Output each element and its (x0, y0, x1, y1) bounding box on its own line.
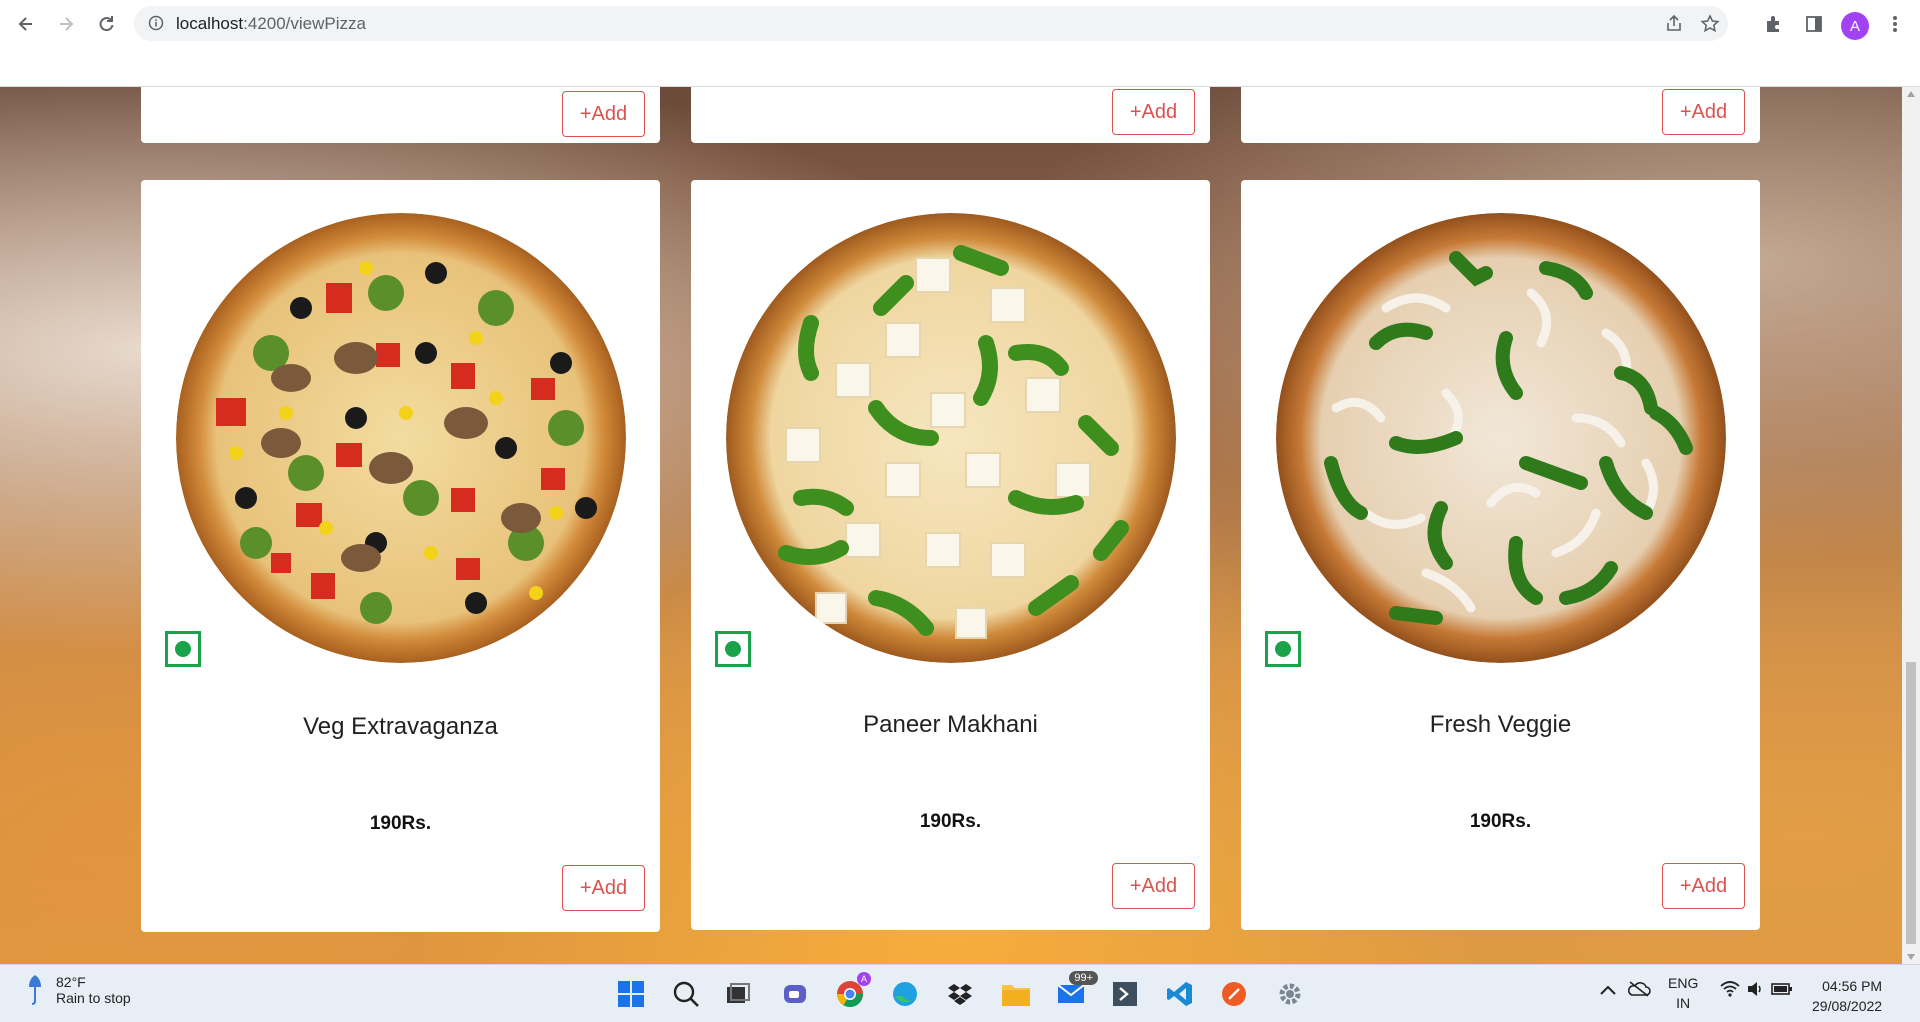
side-panel-icon[interactable] (1801, 11, 1827, 37)
pizza-image (1276, 213, 1726, 663)
pizza-price: 190Rs. (919, 811, 982, 832)
pizza-card: Paneer Makhani 190Rs. +Add (691, 180, 1210, 930)
veg-indicator-icon (1265, 631, 1301, 667)
scroll-down-icon[interactable] (1907, 954, 1915, 960)
pizza-card: +Add (141, 87, 660, 143)
wifi-icon[interactable] (1720, 980, 1740, 1001)
battery-icon[interactable] (1770, 980, 1794, 1001)
pizza-card: Veg Extravaganza 190Rs. +Add (141, 180, 660, 932)
add-button[interactable]: +Add (1662, 863, 1745, 909)
pizza-page: +Add +Add +Add Veg Extravaganza 190Rs. +… (0, 87, 1902, 964)
input-language[interactable]: ENG IN (1668, 973, 1698, 1013)
add-button[interactable]: +Add (562, 91, 645, 137)
pizza-name: Veg Extravaganza (303, 713, 498, 740)
address-bar[interactable]: localhost:4200/viewPizza (134, 6, 1728, 41)
pizza-name: Paneer Makhani (863, 711, 1038, 738)
url-text: localhost:4200/viewPizza (176, 14, 366, 34)
pizza-card: Fresh Veggie 190Rs. +Add (1241, 180, 1760, 930)
page-scrollbar[interactable] (1902, 87, 1920, 964)
edge-icon[interactable] (886, 975, 924, 1013)
browser-toolbar: localhost:4200/viewPizza A (0, 0, 1920, 47)
teams-chat-icon[interactable] (776, 975, 814, 1013)
scroll-thumb[interactable] (1906, 662, 1916, 944)
windows-taskbar: 82°F Rain to stop A 99+ ENG IN 04:56 PM … (0, 964, 1920, 1022)
system-clock[interactable]: 04:56 PM 29/08/2022 (1812, 976, 1882, 1016)
veg-indicator-icon (165, 631, 201, 667)
volume-icon[interactable] (1746, 980, 1764, 1001)
veg-indicator-icon (715, 631, 751, 667)
pizza-name: Fresh Veggie (1429, 711, 1572, 738)
umbrella-icon (29, 975, 41, 1005)
mail-icon[interactable]: 99+ (1052, 971, 1098, 1013)
share-icon[interactable] (1664, 14, 1684, 39)
add-button[interactable]: +Add (1112, 863, 1195, 909)
add-button[interactable]: +Add (1112, 89, 1195, 135)
postman-icon[interactable] (1215, 975, 1253, 1013)
weather-temp: 82°F (56, 974, 86, 990)
forward-icon[interactable] (52, 11, 80, 37)
region-code: IN (1676, 995, 1691, 1011)
dropbox-icon[interactable] (941, 975, 979, 1013)
page-top-bar (0, 47, 1920, 87)
language-code: ENG (1668, 975, 1699, 991)
reload-icon[interactable] (92, 11, 120, 37)
pizza-card: +Add (691, 87, 1210, 143)
chrome-menu-icon[interactable] (1882, 11, 1908, 37)
clock-time: 04:56 PM (1822, 978, 1883, 994)
add-button[interactable]: +Add (1662, 89, 1745, 135)
file-explorer-icon[interactable] (997, 975, 1035, 1013)
settings-gear-icon[interactable] (1271, 975, 1309, 1013)
scroll-up-icon[interactable] (1907, 91, 1915, 97)
pizza-price: 190Rs. (369, 813, 432, 834)
extensions-icon[interactable] (1761, 11, 1787, 37)
url-host: localhost (176, 14, 244, 33)
profile-badge: A (857, 972, 871, 986)
bookmark-star-icon[interactable] (1700, 14, 1720, 39)
mail-count-badge: 99+ (1069, 971, 1098, 985)
back-icon[interactable] (12, 11, 40, 37)
weather-widget[interactable]: 82°F Rain to stop (28, 973, 131, 1007)
pizza-card: +Add (1241, 87, 1760, 143)
chrome-icon[interactable]: A (831, 972, 871, 1013)
site-info-icon[interactable] (148, 15, 164, 36)
url-path: :4200/viewPizza (243, 14, 366, 33)
pizza-image (176, 213, 626, 663)
search-icon[interactable] (667, 975, 705, 1013)
clock-date: 29/08/2022 (1812, 998, 1883, 1014)
onedrive-offline-icon[interactable] (1627, 980, 1651, 1001)
profile-avatar[interactable]: A (1841, 12, 1869, 40)
pizza-price: 190Rs. (1469, 811, 1532, 832)
start-windows-icon[interactable] (612, 975, 650, 1013)
weather-condition: Rain to stop (56, 990, 131, 1006)
show-hidden-icons-icon[interactable] (1599, 983, 1617, 999)
task-view-icon[interactable] (719, 975, 757, 1013)
vscode-icon[interactable] (1161, 975, 1199, 1013)
powershell-icon[interactable] (1106, 975, 1144, 1013)
pizza-image (726, 213, 1176, 663)
add-button[interactable]: +Add (562, 865, 645, 911)
